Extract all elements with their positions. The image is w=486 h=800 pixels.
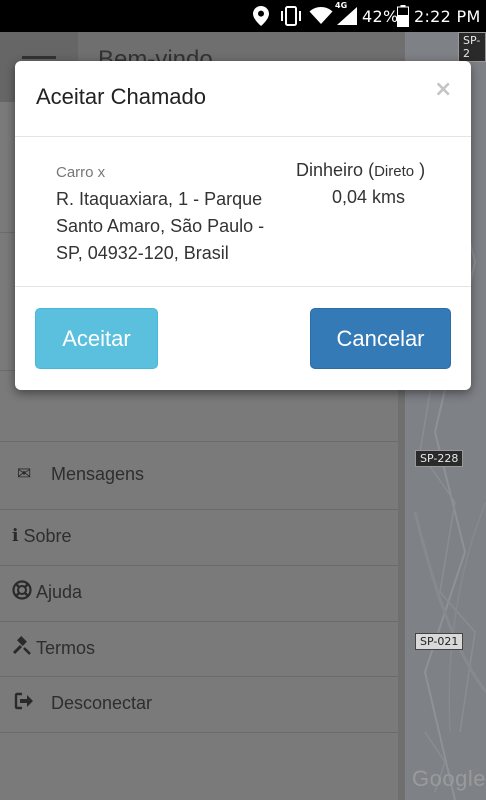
pickup-address: R. Itaquaxiara, 1 - Parque Santo Amaro, … — [56, 189, 265, 263]
sign-out-icon — [13, 692, 35, 715]
vibrate-icon — [279, 0, 303, 32]
sidebar-item-ajuda[interactable]: Ajuda — [0, 564, 398, 620]
sidebar-item-mensagens[interactable]: ✉ Mensagens — [0, 446, 398, 502]
accept-call-modal: Aceitar Chamado × Carro x R. Itaquaxiara… — [15, 61, 471, 390]
sidebar-item-label: Ajuda — [36, 581, 83, 602]
sidebar-item-sobre[interactable]: i Sobre — [0, 508, 398, 564]
close-icon[interactable]: × — [434, 77, 452, 102]
road-label-sp228: SP-228 — [415, 450, 464, 467]
battery-icon — [397, 0, 409, 32]
payment-method-label: Dinheiro — [296, 160, 364, 180]
location-icon — [253, 0, 269, 32]
modal-header: Aceitar Chamado × — [15, 61, 471, 137]
sidebar-item-label: Mensagens — [51, 463, 145, 484]
payment-type: Direto — [374, 163, 415, 180]
cancel-button[interactable]: Cancelar — [310, 308, 451, 369]
gavel-icon — [12, 635, 32, 661]
menu-line-icon — [22, 56, 56, 59]
envelope-icon: ✉ — [16, 464, 32, 484]
battery-percentage: 42% — [362, 6, 399, 26]
clock: 2:22 PM — [414, 6, 481, 26]
payment-close-paren: ) — [419, 160, 426, 180]
divider — [0, 441, 398, 442]
road-label-sp2: SP-2 — [458, 32, 486, 62]
payment-method: Dinheiro (Direto ) — [296, 160, 446, 181]
sidebar-item-label: Sobre — [23, 525, 72, 546]
divider — [0, 732, 398, 733]
distance: 0,04 kms — [332, 187, 406, 207]
sidebar-item-label: Desconectar — [51, 692, 153, 713]
modal-title: Aceitar Chamado — [36, 84, 206, 109]
modal-body: Carro x R. Itaquaxiara, 1 - Parque Santo… — [15, 137, 471, 287]
wifi-icon — [309, 0, 333, 32]
signal-icon — [336, 0, 358, 32]
google-logo: Google — [412, 766, 486, 791]
road-label-sp021: SP-021 — [415, 633, 464, 650]
car-label: Carro x — [56, 164, 106, 181]
status-bar: 4G 42% 2:22 PM — [0, 0, 486, 32]
accept-button[interactable]: Aceitar — [35, 308, 158, 369]
info-icon: i — [12, 526, 19, 546]
sidebar-item-desconectar[interactable]: Desconectar — [0, 675, 398, 731]
sidebar-item-label: Termos — [36, 637, 96, 658]
lifebuoy-icon — [12, 579, 32, 605]
sidebar-item-termos[interactable]: Termos — [0, 620, 398, 676]
